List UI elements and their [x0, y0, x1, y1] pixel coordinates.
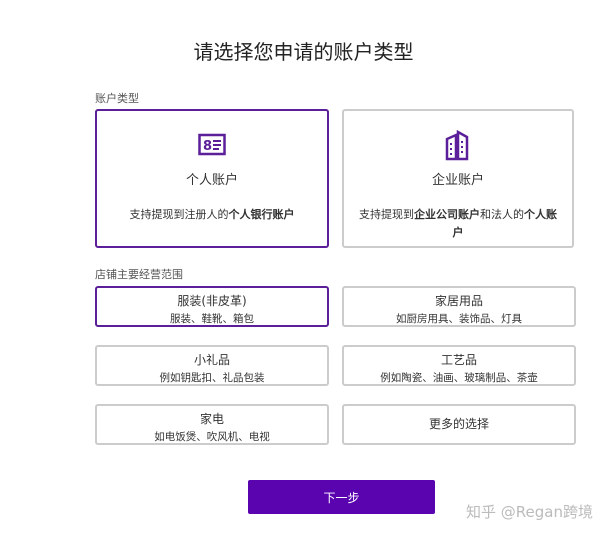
category-sub: 如厨房用具、装饰品、灯具	[396, 313, 522, 325]
category-gifts[interactable]: 小礼品例如钥匙扣、礼品包装	[95, 345, 329, 386]
account-type-label: 账户类型	[95, 92, 139, 105]
next-button[interactable]: 下一步	[248, 480, 435, 514]
business-account-card[interactable]: 企业账户 支持提现到企业公司账户和法人的个人账户	[342, 109, 574, 248]
personal-account-card[interactable]: 8 个人账户 支持提现到注册人的个人银行账户	[95, 109, 329, 248]
category-sub: 如电饭煲、吹风机、电视	[154, 431, 270, 443]
page-title: 请选择您申请的账户类型	[193, 40, 414, 64]
category-name: 服装(非皮革)	[177, 294, 247, 308]
category-sub: 服装、鞋靴、箱包	[170, 313, 254, 325]
category-sub: 例如钥匙扣、礼品包装	[159, 372, 265, 384]
category-home[interactable]: 家居用品如厨房用具、装饰品、灯具	[342, 286, 576, 327]
building-icon	[344, 129, 572, 161]
category-name: 小礼品	[193, 353, 230, 367]
id-card-icon: 8	[97, 133, 327, 161]
account-desc: 支持提现到企业公司账户和法人的个人账户	[359, 208, 557, 239]
account-name: 企业账户	[431, 173, 484, 188]
category-sub: 例如陶瓷、油画、玻璃制品、茶壶	[380, 372, 538, 384]
account-desc: 支持提现到注册人的个人银行账户	[129, 208, 295, 221]
category-name: 工艺品	[440, 353, 477, 367]
svg-text:8: 8	[203, 139, 212, 154]
category-appliances[interactable]: 家电如电饭煲、吹风机、电视	[95, 404, 329, 445]
account-name: 个人账户	[185, 173, 238, 188]
category-crafts[interactable]: 工艺品例如陶瓷、油画、玻璃制品、茶壶	[342, 345, 576, 386]
category-more[interactable]: 更多的选择	[342, 404, 576, 445]
category-name: 家居用品	[434, 294, 483, 308]
watermark: 知乎 @Regan跨境	[466, 503, 593, 521]
category-clothing[interactable]: 服装(非皮革) 服装、鞋靴、箱包	[95, 286, 329, 327]
category-name: 家电	[199, 412, 224, 426]
scope-label: 店铺主要经营范围	[95, 268, 183, 281]
category-name: 更多的选择	[428, 417, 489, 431]
